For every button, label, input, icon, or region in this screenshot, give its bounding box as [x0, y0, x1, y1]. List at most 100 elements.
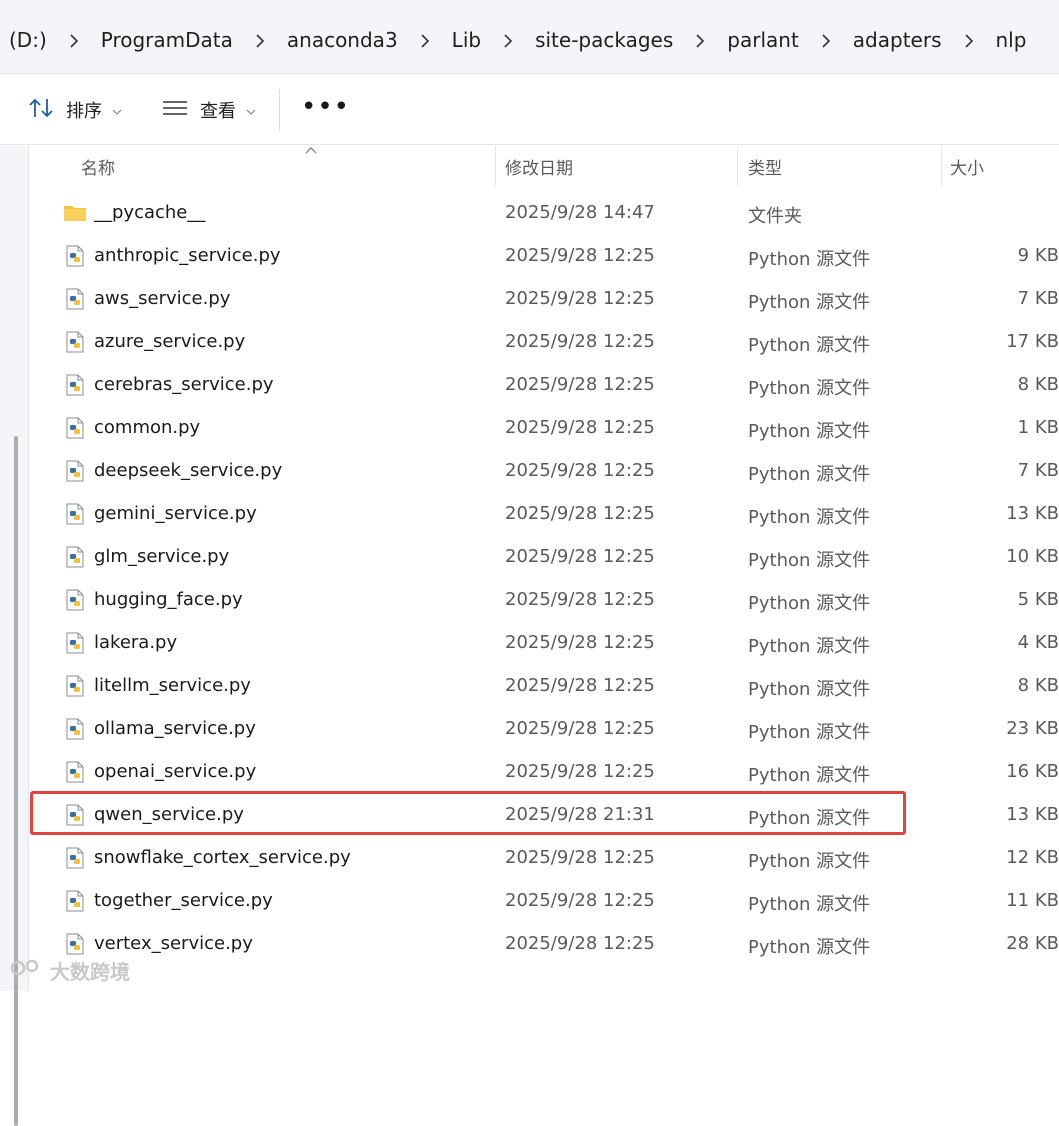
file-type: Python 源文件: [748, 894, 871, 915]
python-file-icon: [66, 288, 86, 310]
file-row[interactable]: anthropic_service.py 2025/9/28 12:25 Pytho…: [29, 235, 1059, 278]
file-size: 28 KB: [1006, 933, 1059, 954]
file-type: Python 源文件: [748, 808, 871, 829]
column-size[interactable]: 大小: [950, 154, 984, 179]
file-type: Python 源文件: [748, 464, 871, 485]
python-file-icon: [66, 460, 86, 482]
chevron-right-icon[interactable]: [401, 31, 449, 50]
breadcrumb-item[interactable]: adapters: [850, 28, 945, 52]
file-name: vertex_service.py: [94, 933, 253, 954]
breadcrumb-item[interactable]: Lib: [449, 28, 484, 52]
python-file-icon: [66, 847, 86, 869]
file-row[interactable]: openai_service.py 2025/9/28 12:25 Python 源…: [29, 751, 1059, 794]
file-name: deepseek_service.py: [94, 460, 283, 481]
watermark: 大数跨境: [10, 956, 130, 985]
python-file-icon: [66, 331, 86, 353]
breadcrumb: (D:) ProgramData anaconda3 Lib site-packages…: [6, 22, 1029, 58]
breadcrumb-item[interactable]: site-packages: [532, 28, 676, 52]
file-type: Python 源文件: [748, 765, 871, 786]
file-type: Python 源文件: [748, 292, 871, 313]
column-type[interactable]: 类型: [748, 154, 782, 179]
chevron-right-icon[interactable]: [802, 31, 850, 50]
chevron-right-icon[interactable]: [676, 31, 724, 50]
breadcrumb-item[interactable]: anaconda3: [284, 28, 401, 52]
file-size: 5 KB: [1017, 589, 1059, 610]
file-type: Python 源文件: [748, 249, 871, 270]
file-row[interactable]: aws_service.py 2025/9/28 12:25 Python 源文件 7…: [29, 278, 1059, 321]
chevron-right-icon[interactable]: [945, 31, 993, 50]
scrollbar-thumb[interactable]: [14, 436, 18, 1126]
chevron-down-icon: [112, 100, 122, 121]
command-toolbar: 排序 查看 •••: [0, 75, 1059, 145]
file-size: 13 KB: [1006, 804, 1059, 825]
chevron-right-icon[interactable]: [484, 31, 532, 50]
python-file-icon: [66, 245, 86, 267]
file-name: openai_service.py: [94, 761, 257, 782]
chevron-right-icon[interactable]: [236, 31, 284, 50]
file-size: 9 KB: [1017, 245, 1059, 266]
address-bar[interactable]: (D:) ProgramData anaconda3 Lib site-packages…: [0, 0, 1059, 74]
file-name: cerebras_service.py: [94, 374, 274, 395]
file-row[interactable]: lakera.py 2025/9/28 12:25 Python 源文件 4 KB: [29, 622, 1059, 665]
file-row[interactable]: ollama_service.py 2025/9/28 12:25 Python 源…: [29, 708, 1059, 751]
file-size: 8 KB: [1017, 374, 1059, 395]
file-size: 1 KB: [1017, 417, 1059, 438]
file-type: Python 源文件: [748, 593, 871, 614]
view-button[interactable]: 查看: [162, 93, 256, 127]
file-row[interactable]: glm_service.py 2025/9/28 12:25 Python 源文件 1…: [29, 536, 1059, 579]
column-divider[interactable]: [495, 146, 496, 186]
file-row[interactable]: common.py 2025/9/28 12:25 Python 源文件 1 KB: [29, 407, 1059, 450]
file-type: 文件夹: [748, 206, 802, 227]
file-name: hugging_face.py: [94, 589, 243, 610]
breadcrumb-item[interactable]: parlant: [724, 28, 802, 52]
file-date: 2025/9/28 12:25: [505, 675, 655, 696]
file-row[interactable]: azure_service.py 2025/9/28 12:25 Python 源文…: [29, 321, 1059, 364]
column-name[interactable]: 名称: [81, 154, 115, 179]
column-header: 名称 修改日期 类型 大小: [29, 146, 1059, 186]
file-size: 16 KB: [1006, 761, 1059, 782]
file-date: 2025/9/28 12:25: [505, 245, 655, 266]
python-file-icon: [66, 761, 86, 783]
view-list-icon: [162, 99, 188, 122]
file-date: 2025/9/28 12:25: [505, 417, 655, 438]
file-row[interactable]: vertex_service.py 2025/9/28 12:25 Python 源…: [29, 923, 1059, 966]
chevron-right-icon[interactable]: [50, 31, 98, 50]
file-date: 2025/9/28 12:25: [505, 503, 655, 524]
python-file-icon: [66, 718, 86, 740]
file-row[interactable]: qwen_service.py 2025/9/28 21:31 Python 源文件…: [29, 794, 1059, 837]
file-name: aws_service.py: [94, 288, 231, 309]
file-row[interactable]: snowflake_cortex_service.py 2025/9/28 12:…: [29, 837, 1059, 880]
python-file-icon: [66, 374, 86, 396]
file-row[interactable]: deepseek_service.py 2025/9/28 12:25 Python…: [29, 450, 1059, 493]
file-type: Python 源文件: [748, 679, 871, 700]
column-divider[interactable]: [737, 146, 738, 186]
file-row[interactable]: together_service.py 2025/9/28 12:25 Python…: [29, 880, 1059, 923]
file-name: glm_service.py: [94, 546, 230, 567]
file-row[interactable]: __pycache__ 2025/9/28 14:47 文件夹: [29, 192, 1059, 235]
python-file-icon: [66, 632, 86, 654]
file-date: 2025/9/28 12:25: [505, 374, 655, 395]
breadcrumb-item[interactable]: nlp: [993, 28, 1030, 52]
file-type: Python 源文件: [748, 378, 871, 399]
file-date: 2025/9/28 12:25: [505, 546, 655, 567]
file-type: Python 源文件: [748, 722, 871, 743]
file-size: 12 KB: [1006, 847, 1059, 868]
breadcrumb-item[interactable]: ProgramData: [98, 28, 236, 52]
view-label: 查看: [200, 101, 236, 122]
column-date[interactable]: 修改日期: [505, 154, 573, 179]
file-row[interactable]: cerebras_service.py 2025/9/28 12:25 Python…: [29, 364, 1059, 407]
file-row[interactable]: litellm_service.py 2025/9/28 12:25 Python …: [29, 665, 1059, 708]
column-divider[interactable]: [941, 146, 942, 186]
more-options-button[interactable]: •••: [301, 94, 350, 120]
file-row[interactable]: gemini_service.py 2025/9/28 12:25 Python 源…: [29, 493, 1059, 536]
sort-button[interactable]: 排序: [28, 93, 122, 127]
breadcrumb-item[interactable]: (D:): [6, 28, 50, 52]
sort-icon: [28, 97, 54, 124]
file-type: Python 源文件: [748, 421, 871, 442]
file-name: gemini_service.py: [94, 503, 257, 524]
file-date: 2025/9/28 12:25: [505, 933, 655, 954]
file-date: 2025/9/28 12:25: [505, 589, 655, 610]
file-date: 2025/9/28 21:31: [505, 804, 655, 825]
file-row[interactable]: hugging_face.py 2025/9/28 12:25 Python 源文件…: [29, 579, 1059, 622]
watermark-text: 大数跨境: [50, 960, 130, 984]
